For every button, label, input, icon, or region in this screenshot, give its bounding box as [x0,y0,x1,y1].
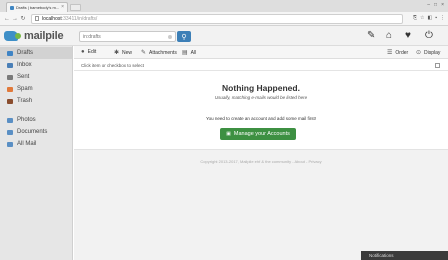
new-button[interactable]: ✱ New [114,49,133,57]
back-icon[interactable]: ← [3,16,11,22]
browser-toolbar: ← → ↻ localhost :33411/in/drafts/ ⎘ ☆ ◧ … [0,12,448,26]
attachment-icon: ✎ [141,50,147,56]
attachments-label: Attachments [149,49,177,56]
sidebar-item-label: Spam [17,86,33,92]
close-tab-icon[interactable]: × [61,5,64,10]
url-path: :33411/in/drafts/ [61,15,98,22]
sidebar-item-inbox[interactable]: Inbox [0,59,72,71]
address-bar[interactable]: localhost :33411/in/drafts/ [31,13,403,24]
logo-icon [4,31,21,41]
drafts-icon [7,50,13,56]
compose-icon[interactable]: ✎ [367,31,375,41]
browser-tab[interactable]: Drafts | bamebody's m... × [6,2,68,12]
select-hint: Click item or checkbox to select [81,63,145,68]
empty-subtitle: Usually, matching e-mails would be liste… [214,95,308,100]
sidebar-item-documents[interactable]: Documents [0,126,72,138]
notifications-label: Notifications [369,253,394,258]
extension-icon[interactable]: ◧ [427,16,432,21]
sidebar-item-label: Drafts [17,50,34,56]
sent-icon [7,74,13,80]
select-all-checkbox[interactable] [435,63,440,68]
search-button[interactable]: ⚲ [177,31,191,42]
sidebar-item-label: Photos [17,117,36,123]
page-info-icon[interactable] [35,16,39,21]
mailpile-logo[interactable]: mailpile [4,30,64,42]
heart-icon[interactable]: ♥ [405,31,411,41]
search-field[interactable] [79,31,176,42]
tab-title: Drafts | bamebody's m... [16,5,60,10]
sidebar-item-label: Trash [17,98,33,104]
trash-icon [7,98,13,104]
translate-icon[interactable]: ⎘ [413,16,417,21]
sidebar-item-photos[interactable]: Photos [0,114,72,126]
display-label: Display [424,49,441,56]
manage-accounts-label: Manage your Accounts [233,131,290,137]
sidebar-item-drafts[interactable]: Drafts [0,47,72,59]
footer-text: Copyright 2013-2017, Mailpile ehf & the … [200,159,322,164]
all-icon: ▤ [182,50,188,56]
favicon-icon [10,5,14,10]
extension-icon-2[interactable]: ▪ [435,16,437,21]
forward-icon[interactable]: → [11,16,19,22]
manage-accounts-button[interactable]: ▣ Manage your Accounts [220,128,296,140]
photos-icon [7,117,13,123]
message-list: Nothing Happened. Usually, matching e-ma… [74,71,448,150]
window-controls: – □ × [427,1,444,9]
order-label: Order [395,49,409,56]
order-icon: ☰ [387,50,393,56]
spam-icon [7,86,13,92]
display-icon: ⊙ [416,50,422,56]
new-tab-button[interactable] [70,4,81,11]
search-input[interactable] [83,33,168,40]
close-window-icon[interactable]: × [441,1,444,9]
sidebar-item-label: Inbox [17,62,32,68]
reload-icon[interactable]: ↻ [19,16,27,22]
bookmark-star-icon[interactable]: ☆ [420,16,424,21]
sidebar: Drafts Inbox Sent Spam Trash Photos Docu… [0,46,73,260]
sidebar-item-sent[interactable]: Sent [0,71,72,83]
edit-icon: ● [81,49,85,55]
all-mail-icon [7,141,13,147]
browser-window: Drafts | bamebody's m... × – □ × ← → ↻ l… [0,0,448,260]
new-icon: ✱ [114,50,120,56]
menu-icon[interactable]: ⋮ [440,16,445,21]
inbox-icon [7,62,13,68]
all-label: All [190,49,197,56]
order-button[interactable]: ☰ Order [387,49,409,57]
footer: Copyright 2013-2017, Mailpile ehf & the … [74,150,448,260]
edit-label: Edit [87,49,97,55]
attachments-button[interactable]: ✎ Attachments [141,49,177,57]
home-icon[interactable]: ⌂ [386,31,392,41]
power-icon[interactable]: ⏻ [425,31,433,41]
all-button[interactable]: ▤ All [182,49,197,57]
sidebar-item-trash[interactable]: Trash [0,95,72,107]
action-bar: ● Edit ✱ New ✎ Attachments ▤ All ☰ Order… [74,46,448,59]
sidebar-item-label: Sent [17,74,30,80]
app-header: mailpile ⚲ ✎ ⌂ ♥ ⏻ [0,26,448,46]
search-icon: ⚲ [181,33,187,41]
edit-button[interactable]: ● Edit [81,49,96,55]
tab-strip: Drafts | bamebody's m... × – □ × [0,0,448,12]
sidebar-item-label: All Mail [17,141,37,147]
selection-bar: Click item or checkbox to select [74,60,448,71]
accounts-icon: ▣ [226,131,231,137]
display-button[interactable]: ⊙ Display [416,49,441,57]
empty-title: Nothing Happened. [222,83,300,93]
notifications-bar[interactable]: Notifications [361,251,448,260]
url-host: localhost [42,15,62,22]
empty-text: You need to create an account and add so… [206,116,316,121]
clear-search-icon[interactable] [168,34,172,39]
minimize-icon[interactable]: – [427,1,430,9]
new-label: New [122,49,133,56]
logo-text: mailpile [24,30,64,42]
sidebar-item-all-mail[interactable]: All Mail [0,138,72,150]
sidebar-item-spam[interactable]: Spam [0,83,72,95]
maximize-icon[interactable]: □ [434,1,437,9]
sidebar-item-label: Documents [17,129,48,135]
documents-icon [7,129,13,135]
